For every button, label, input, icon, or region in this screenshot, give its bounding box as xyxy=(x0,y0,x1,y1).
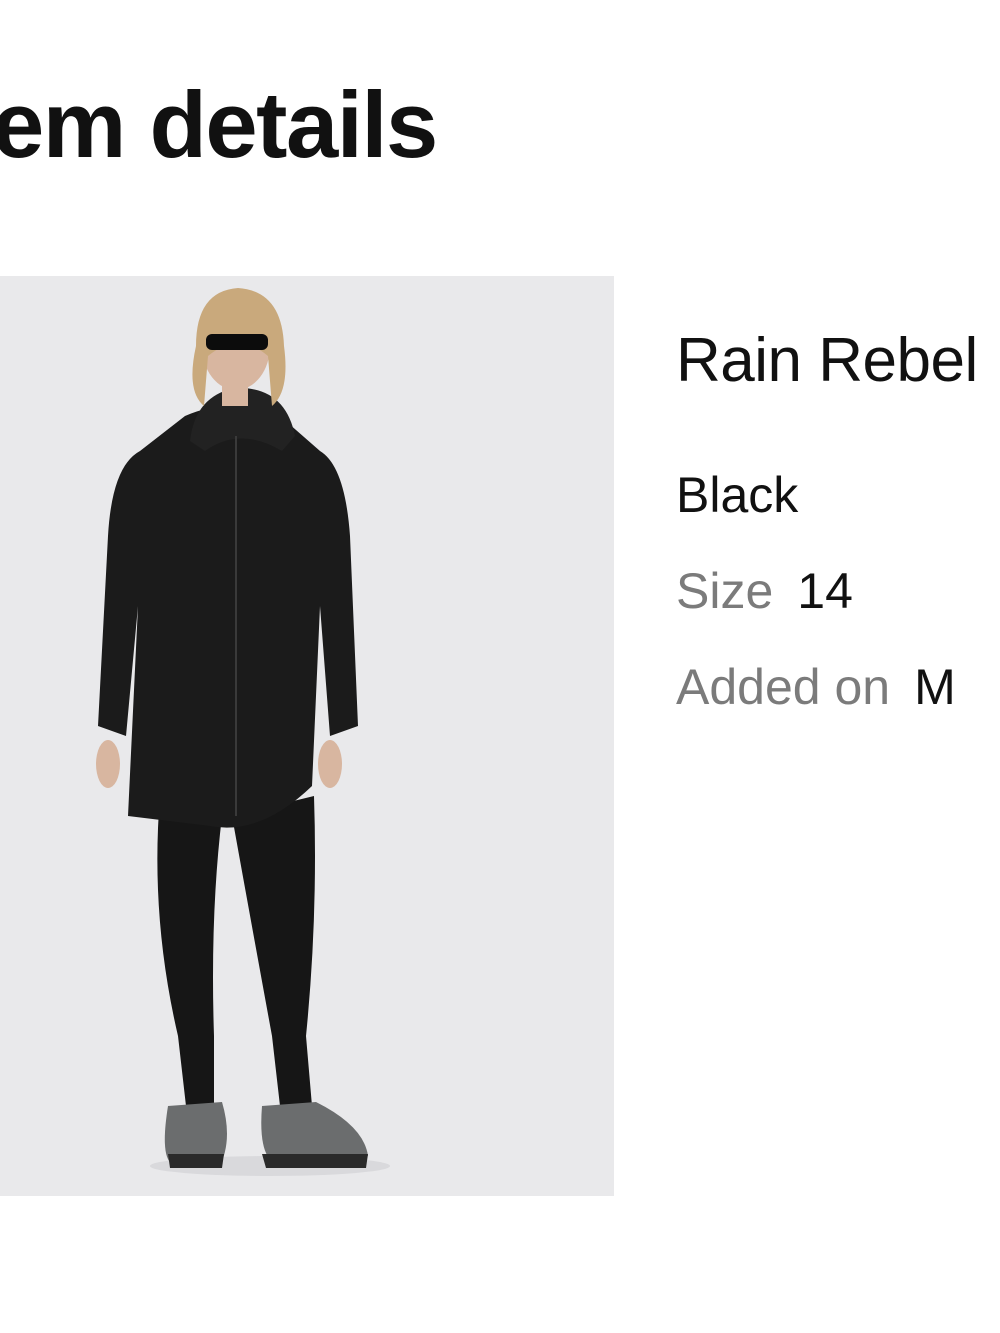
product-color: Black xyxy=(676,467,799,523)
size-label: Size xyxy=(676,563,774,619)
size-value: 14 xyxy=(797,563,853,619)
product-name[interactable]: Rain Rebel xyxy=(676,330,978,392)
added-on-label: Added on xyxy=(676,659,891,715)
added-on-row: Added on M xyxy=(676,662,956,712)
size-row: Size 14 xyxy=(676,566,853,616)
page-title: em details xyxy=(0,72,438,177)
added-on-value: M xyxy=(914,659,956,715)
model-photo-illustration xyxy=(96,288,390,1176)
item-info: Rain Rebel Black Size 14 Added on M xyxy=(676,0,1000,800)
product-image[interactable] xyxy=(0,276,614,1196)
